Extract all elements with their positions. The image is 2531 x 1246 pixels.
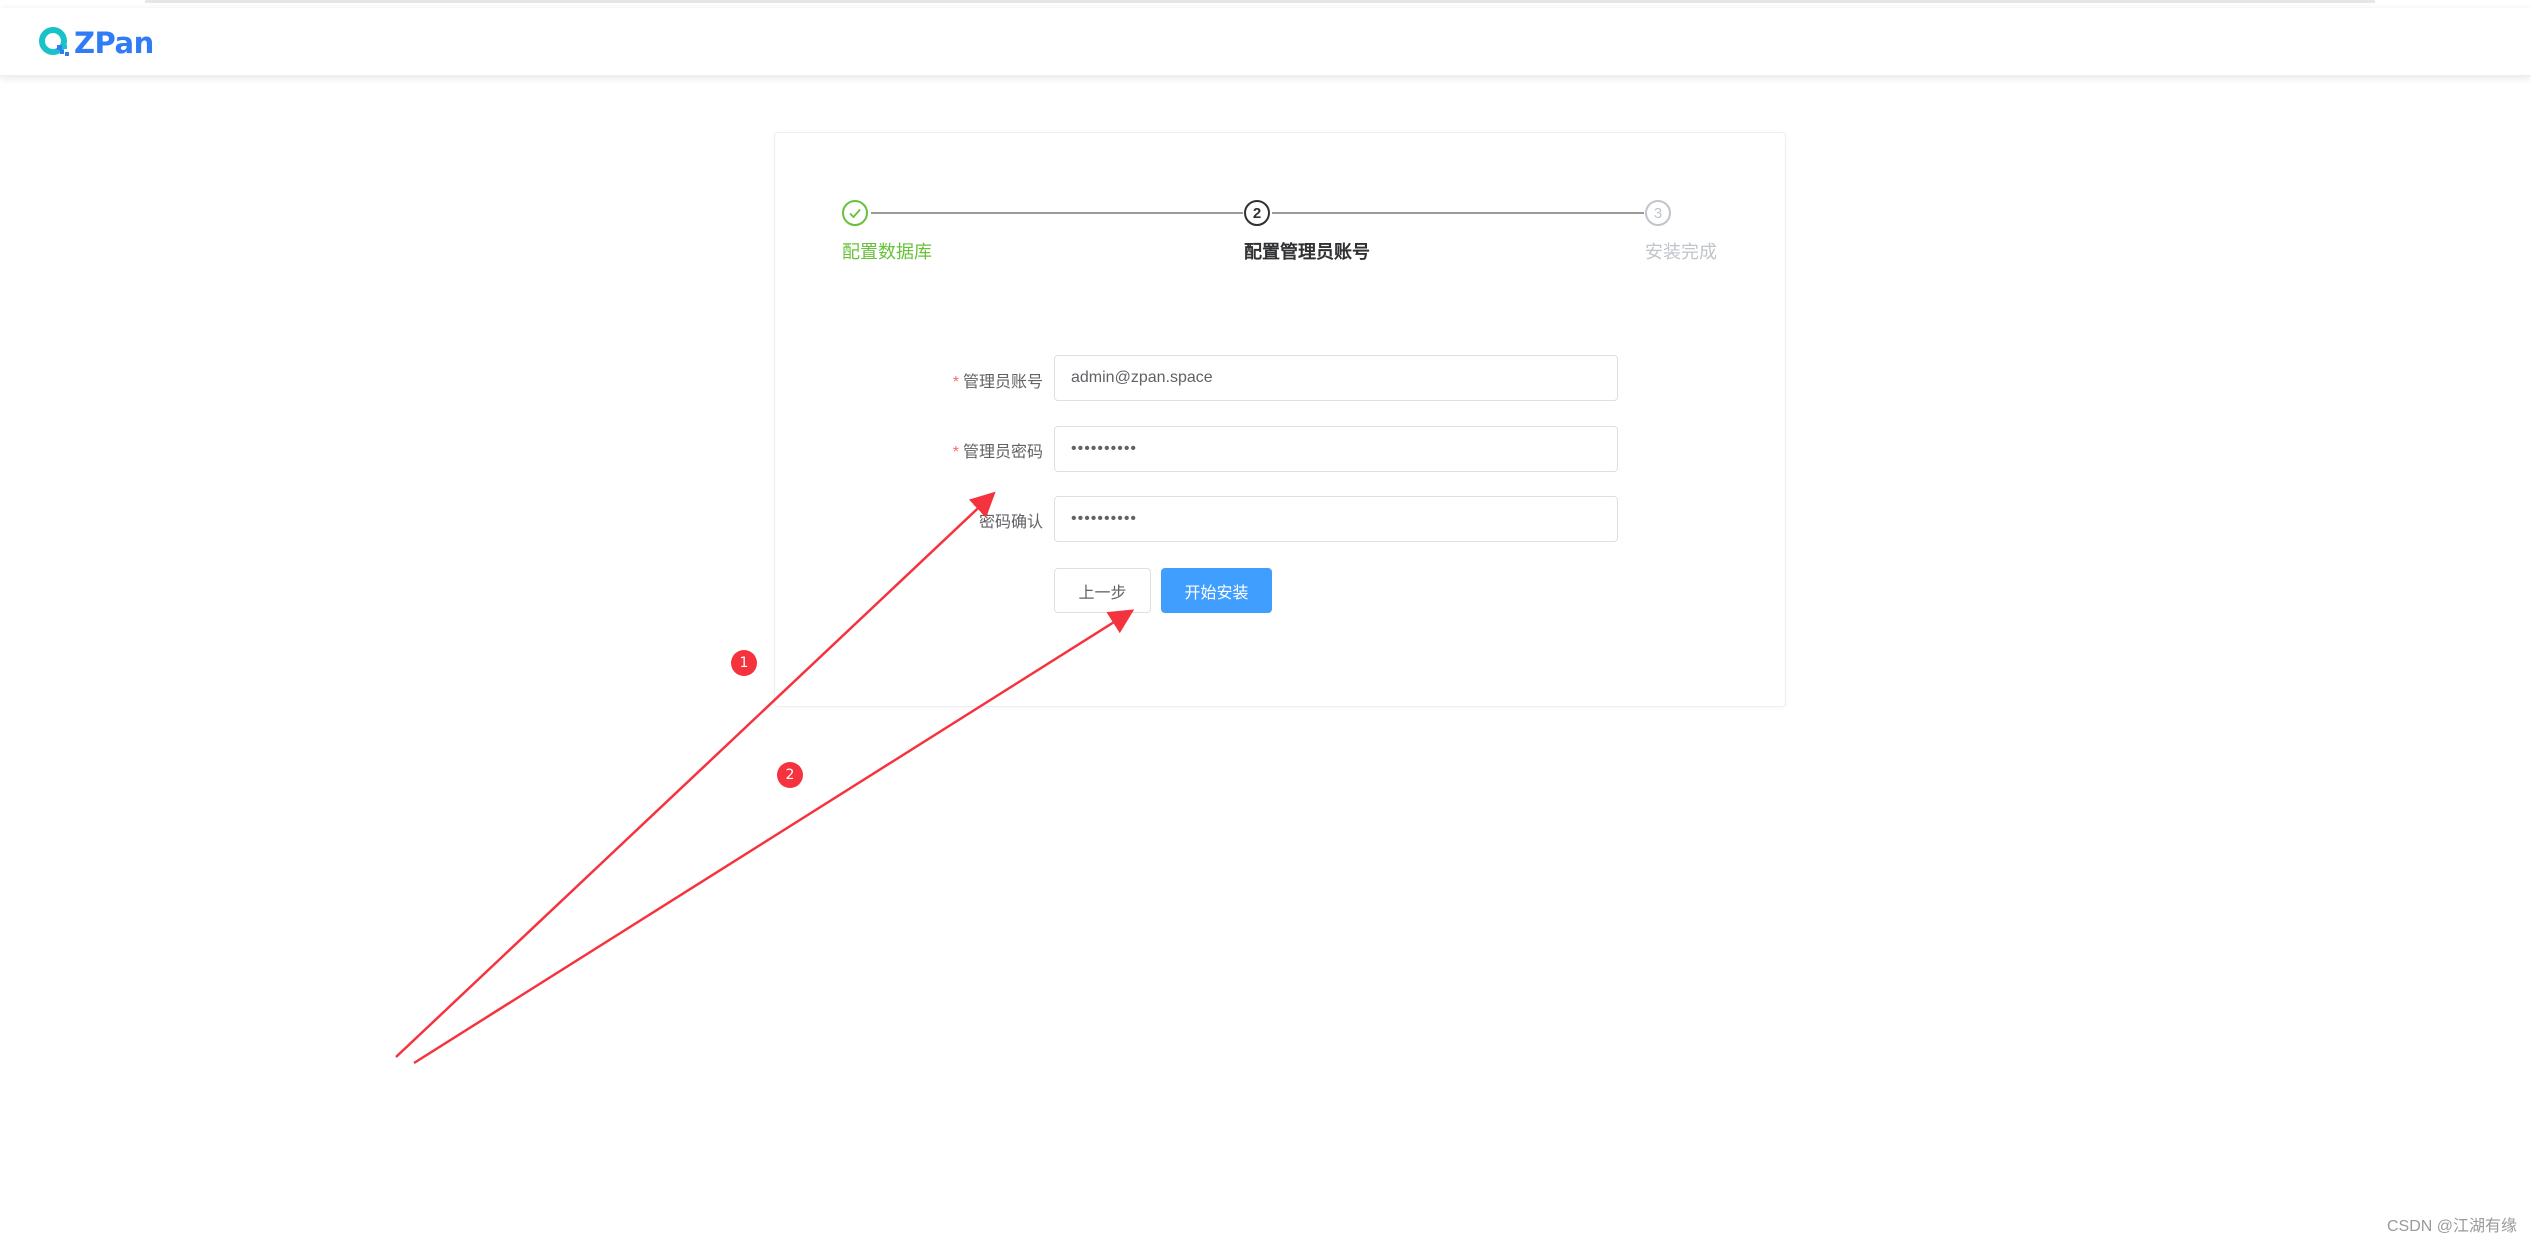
- step-3-title: 安装完成: [1645, 242, 1717, 262]
- admin-account-input[interactable]: [1054, 355, 1618, 401]
- watermark: CSDN @江湖有缘: [2386, 1218, 2517, 1235]
- previous-step-button[interactable]: 上一步: [1054, 568, 1151, 613]
- logo-icon: [38, 26, 72, 60]
- required-mark: *: [952, 374, 959, 391]
- browser-top-strip: [0, 0, 2531, 8]
- step-1-title: 配置数据库: [842, 242, 932, 262]
- browser-top-divider: [145, 0, 2375, 3]
- logo[interactable]: ZPan: [38, 22, 154, 64]
- step-connector-1: [871, 212, 1243, 214]
- annotation-badge-2: 2: [777, 762, 803, 788]
- password-label: * 管理员密码: [952, 444, 1043, 461]
- step-connector-2: [1272, 212, 1644, 214]
- account-label: * 管理员账号: [952, 374, 1043, 391]
- confirm-password-input[interactable]: [1054, 496, 1618, 542]
- step-2-title: 配置管理员账号: [1244, 242, 1370, 262]
- annotation-badge-1: 1: [731, 650, 757, 676]
- logo-text: ZPan: [74, 26, 154, 60]
- required-mark: *: [952, 444, 959, 461]
- install-card: [774, 132, 1786, 707]
- start-install-button[interactable]: 开始安装: [1161, 568, 1272, 613]
- step-3-number-icon: 3: [1645, 200, 1671, 226]
- step-2-number-icon: 2: [1244, 200, 1270, 226]
- app-header: ZPan: [0, 8, 2531, 76]
- step-1-check-icon: [842, 200, 868, 226]
- confirm-password-label: 密码确认: [978, 514, 1043, 531]
- admin-password-input[interactable]: [1054, 426, 1618, 472]
